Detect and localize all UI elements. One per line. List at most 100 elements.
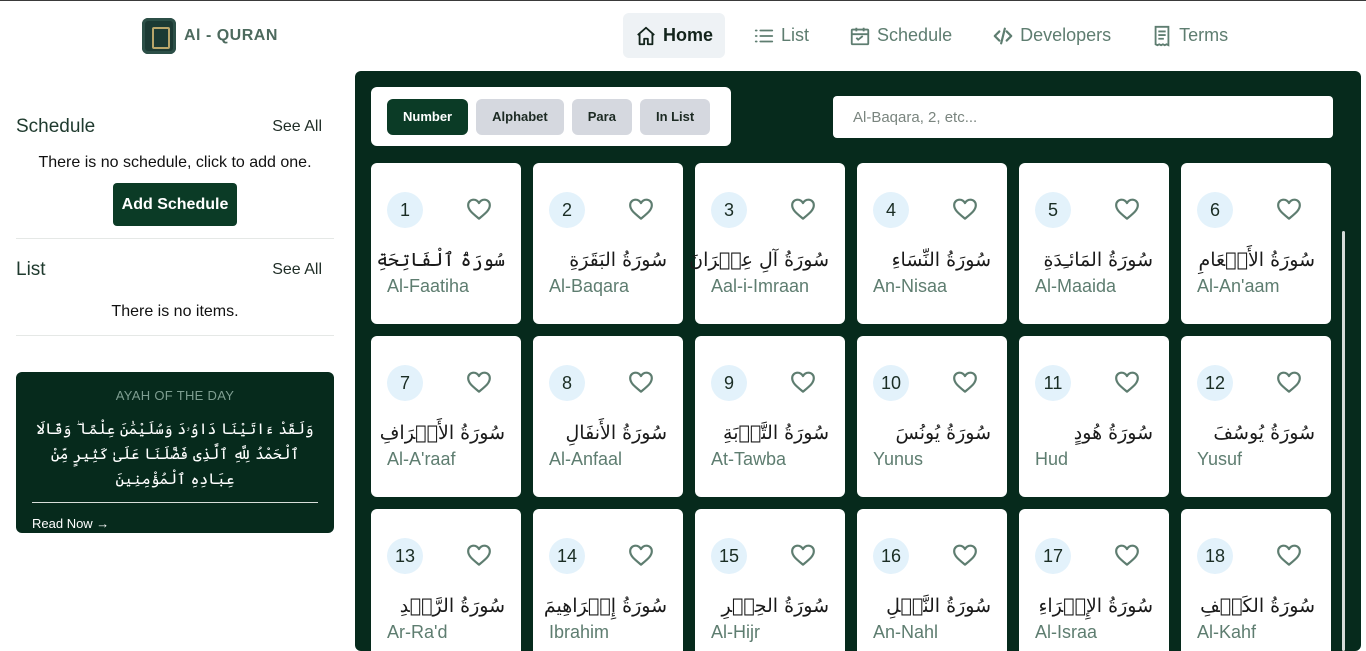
surah-number-badge: 16	[873, 538, 909, 574]
surah-card[interactable]: 10 سُورَةُ يُونُسَ Yunus	[857, 336, 1007, 497]
surah-number-badge: 11	[1035, 365, 1071, 401]
surah-arabic-name: سُورَةُ إِبۡرَاهِيمَ	[543, 595, 667, 617]
surah-number-badge: 14	[549, 538, 585, 574]
heart-icon[interactable]	[790, 370, 816, 394]
nav-home[interactable]: Home	[623, 13, 726, 58]
surah-name: Hud	[1035, 449, 1069, 469]
surah-arabic-name: سُورَةُ الأَعۡرَافِ	[379, 422, 505, 444]
heart-icon[interactable]	[628, 197, 654, 221]
surah-number-badge: 3	[711, 192, 747, 228]
main-nav: Home List Schedule Developers Terms	[623, 13, 1256, 58]
list-see-all-link[interactable]: See All	[272, 261, 322, 279]
app-logo[interactable]: Al - QURAN	[142, 18, 278, 54]
read-now-link[interactable]: Read Now →	[32, 516, 318, 531]
surah-card[interactable]: 9 سُورَةُ التَّوۡبَةِ At-Tawba	[695, 336, 845, 497]
heart-icon[interactable]	[952, 197, 978, 221]
heart-icon[interactable]	[466, 370, 492, 394]
surah-arabic-name: سُورَةُ المَائـِدَةِ	[1043, 249, 1153, 271]
heart-icon[interactable]	[952, 543, 978, 567]
surah-card[interactable]: 4 سُورَةُ النِّسَاءِ An-Nisaa	[857, 163, 1007, 324]
surah-card[interactable]: 17 سُورَةُ الإِسۡرَاءِ Al-Israa	[1019, 509, 1169, 651]
home-icon	[637, 26, 655, 45]
surah-name: Al-A'raaf	[387, 449, 456, 469]
heart-icon[interactable]	[1276, 543, 1302, 567]
sort-para-button[interactable]: Para	[571, 98, 632, 135]
surah-name: Ibrahim	[549, 622, 610, 642]
surah-card[interactable]: 2 سُورَةُ البَقَرَةِ Al-Baqara	[533, 163, 683, 324]
surah-card[interactable]: 6 سُورَةُ الأَنۡعَامِ Al-An'aam	[1181, 163, 1331, 324]
heart-icon[interactable]	[466, 543, 492, 567]
heart-icon[interactable]	[952, 370, 978, 394]
nav-schedule-label: Schedule	[877, 25, 953, 45]
schedule-title: Schedule	[16, 116, 96, 137]
surah-card[interactable]: 7 سُورَةُ الأَعۡرَافِ Al-A'raaf	[371, 336, 521, 497]
surah-arabic-name: سُورَةُ البَقَرَةِ	[569, 249, 667, 271]
nav-list-label: List	[781, 25, 810, 45]
surah-arabic-name: سُورَةُ النِّسَاءِ	[891, 249, 991, 271]
sort-number-button[interactable]: Number	[387, 98, 469, 135]
heart-icon[interactable]	[1114, 543, 1140, 567]
surah-name: Al-Kahf	[1197, 622, 1257, 642]
nav-terms[interactable]: Terms	[1139, 13, 1240, 58]
top-border	[0, 0, 1366, 1]
heart-icon[interactable]	[790, 197, 816, 221]
surah-card[interactable]: 1 سُورَةُ ٱلْفَاتِحَةِ Al-Faatiha	[371, 163, 521, 324]
sort-options: Number Alphabet Para In List	[371, 87, 731, 146]
heart-icon[interactable]	[1276, 197, 1302, 221]
surah-name: Al-Anfaal	[549, 449, 623, 469]
surah-name: Yusuf	[1197, 449, 1243, 469]
search-input[interactable]	[833, 96, 1333, 138]
surah-arabic-name: سُورَةُ النَّحۡلِ	[886, 595, 991, 617]
surah-card[interactable]: 8 سُورَةُ الأَنفَالِ Al-Anfaal	[533, 336, 683, 497]
surah-number-badge: 2	[549, 192, 585, 228]
surah-arabic-name: سُورَةُ يُونُسَ	[895, 422, 991, 444]
document-icon	[1154, 25, 1170, 47]
surah-number-badge: 10	[873, 365, 909, 401]
surah-card[interactable]: 11 سُورَةُ هُودٍ Hud	[1019, 336, 1169, 497]
nav-list[interactable]: List	[741, 13, 821, 58]
sidebar-divider	[16, 335, 334, 336]
schedule-see-all-link[interactable]: See All	[272, 118, 322, 136]
surah-card[interactable]: 12 سُورَةُ يُوسُفَ Yusuf	[1181, 336, 1331, 497]
surah-arabic-name: سُورَةُ الأَنۡعَامِ	[1198, 249, 1315, 271]
add-schedule-button[interactable]: Add Schedule	[113, 183, 237, 226]
list-title: List	[16, 259, 46, 280]
surah-number-badge: 7	[387, 365, 423, 401]
surah-card[interactable]: 14 سُورَةُ إِبۡرَاهِيمَ Ibrahim	[533, 509, 683, 651]
heart-icon[interactable]	[1276, 370, 1302, 394]
surah-number-badge: 9	[711, 365, 747, 401]
surah-number-badge: 17	[1035, 538, 1071, 574]
heart-icon[interactable]	[466, 197, 492, 221]
surah-card[interactable]: 15 سُورَةُ الحِجۡرِ Al-Hijr	[695, 509, 845, 651]
heart-icon[interactable]	[1114, 370, 1140, 394]
surah-arabic-name: سُورَةُ ٱلْفَاتِحَةِ	[376, 249, 505, 271]
ayah-divider	[32, 502, 318, 503]
list-header: List See All	[16, 243, 334, 297]
code-icon	[993, 27, 1013, 44]
surah-name: Al-Hijr	[711, 622, 760, 642]
scrollbar[interactable]	[1342, 231, 1345, 651]
heart-icon[interactable]	[790, 543, 816, 567]
surah-panel: Number Alphabet Para In List 1 سُورَةُ ٱل…	[355, 71, 1361, 651]
surah-number-badge: 18	[1197, 538, 1233, 574]
sort-alphabet-button[interactable]: Alphabet	[476, 98, 564, 135]
sort-in-list-button[interactable]: In List	[639, 98, 711, 135]
app-title: Al - QURAN	[184, 27, 278, 44]
surah-card[interactable]: 5 سُورَةُ المَائـِدَةِ Al-Maaida	[1019, 163, 1169, 324]
surah-number-badge: 4	[873, 192, 909, 228]
heart-icon[interactable]	[628, 370, 654, 394]
nav-schedule[interactable]: Schedule	[837, 13, 964, 58]
surah-card[interactable]: 16 سُورَةُ النَّحۡلِ An-Nahl	[857, 509, 1007, 651]
surah-card[interactable]: 3 سُورَةُ آلِ عِمۡرَانَ Aal-i-Imraan	[689, 163, 845, 324]
heart-icon[interactable]	[1114, 197, 1140, 221]
surah-card[interactable]: 13 سُورَةُ الرَّعۡدِ Ar-Ra'd	[371, 509, 521, 651]
ayah-of-the-day-card: AYAH OF THE DAY وَلَقَدْ ءَاتَيْنَا دَاو…	[16, 372, 334, 533]
nav-home-label: Home	[663, 25, 714, 45]
nav-developers[interactable]: Developers	[980, 13, 1123, 58]
surah-number-badge: 15	[711, 538, 747, 574]
surah-number-badge: 1	[387, 192, 423, 228]
ayah-text: وَلَقَدْ ءَاتَيْنَا دَاوُۥدَ وَسُلَيْمَٰ…	[36, 420, 314, 488]
heart-icon[interactable]	[628, 543, 654, 567]
surah-card[interactable]: 18 سُورَةُ الكَهۡفِ Al-Kahf	[1181, 509, 1331, 651]
nav-developers-label: Developers	[1020, 25, 1112, 45]
